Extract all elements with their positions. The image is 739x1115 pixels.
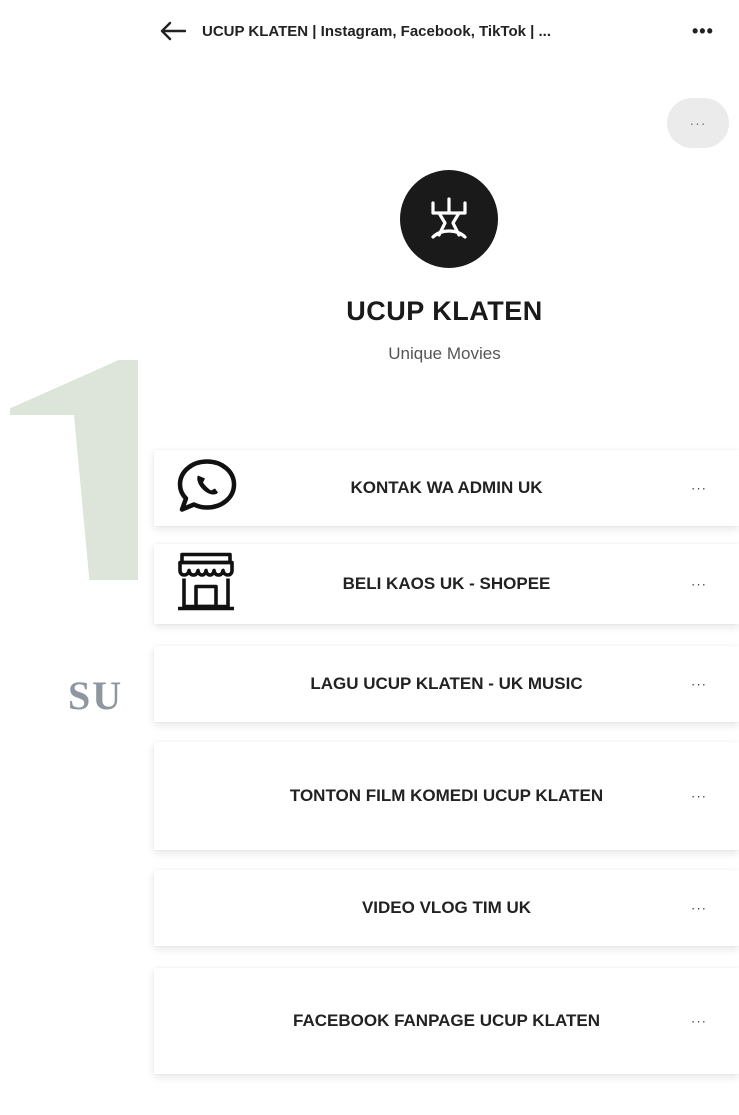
link-more-button[interactable]: ··· (691, 789, 707, 804)
link-button-video-vlog[interactable]: VIDEO VLOG TIM UK ··· (154, 870, 739, 946)
link-more-button[interactable]: ··· (691, 1014, 707, 1029)
link-label: BELI KAOS UK - SHOPEE (342, 574, 551, 593)
store-icon (174, 551, 238, 618)
top-bar: UCUP KLATEN | Instagram, Facebook, TikTo… (150, 0, 739, 62)
watermark-text: SU (68, 673, 124, 718)
link-label: FACEBOOK FANPAGE UCUP KLATEN (293, 1011, 600, 1030)
whatsapp-icon (174, 456, 240, 521)
link-button-tonton-film[interactable]: TONTON FILM KOMEDI UCUP KLATEN ··· (154, 742, 739, 850)
link-more-button[interactable]: ··· (691, 901, 707, 916)
link-label: LAGU UCUP KLATEN - UK MUSIC (310, 674, 583, 693)
link-more-button[interactable]: ··· (691, 677, 707, 692)
logo-icon (431, 197, 467, 239)
link-label: VIDEO VLOG TIM UK (361, 898, 532, 917)
watermark-shape (10, 360, 138, 580)
more-options-button[interactable]: ••• (692, 21, 714, 42)
profile-name: UCUP KLATEN (346, 296, 543, 326)
link-button-lagu[interactable]: LAGU UCUP KLATEN - UK MUSIC ··· (154, 646, 739, 722)
link-more-button[interactable]: ··· (691, 481, 707, 496)
link-label: KONTAK WA ADMIN UK (350, 478, 543, 497)
link-label: TONTON FILM KOMEDI UCUP KLATEN (289, 786, 604, 805)
link-button-facebook-fanpage[interactable]: FACEBOOK FANPAGE UCUP KLATEN ··· (154, 968, 739, 1074)
link-more-button[interactable]: ··· (691, 577, 707, 592)
page-title: UCUP KLATEN | Instagram, Facebook, TikTo… (202, 22, 552, 40)
avatar (400, 170, 498, 268)
share-button[interactable]: ··· (667, 98, 729, 148)
back-arrow-icon[interactable] (156, 14, 190, 48)
linktree-panel: ··· UCUP KLATEN Unique Movies KONTAK WA … (150, 62, 739, 1115)
profile-bio: Unique Movies (388, 344, 501, 363)
link-button-beli-kaos[interactable]: BELI KAOS UK - SHOPEE ··· (154, 544, 739, 624)
link-button-kontak-wa[interactable]: KONTAK WA ADMIN UK ··· (154, 450, 739, 526)
